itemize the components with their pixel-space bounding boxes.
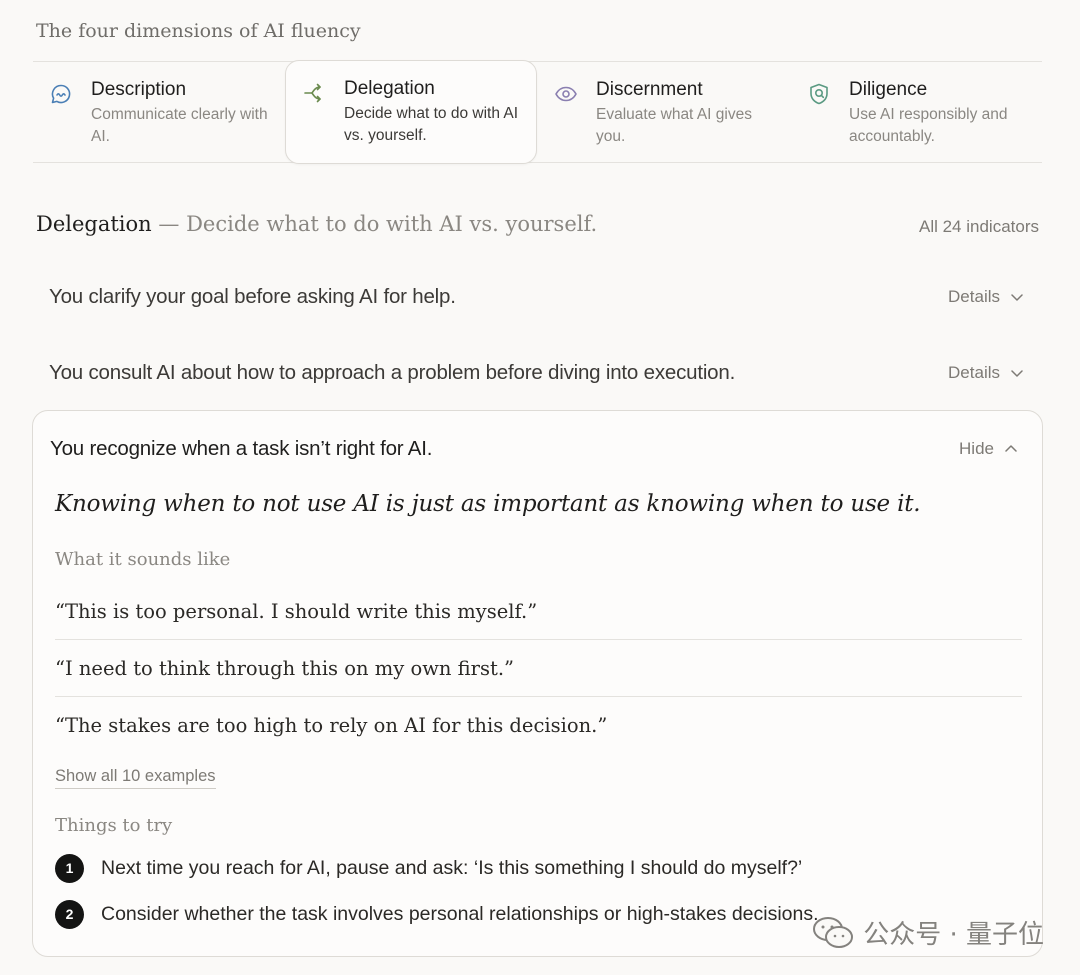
- try-text: Consider whether the task involves perso…: [101, 902, 819, 925]
- indicator-text: You clarify your goal before asking AI f…: [49, 285, 456, 308]
- tab-discernment[interactable]: Discernment Evaluate what AI gives you.: [538, 62, 790, 162]
- try-item: 1 Next time you reach for AI, pause and …: [55, 852, 1015, 884]
- step-number-badge: 2: [55, 899, 84, 929]
- chevron-down-icon: [1011, 370, 1023, 377]
- show-all-examples-link[interactable]: Show all 10 examples: [55, 767, 216, 789]
- all-indicators-link[interactable]: All 24 indicators: [919, 217, 1039, 237]
- hide-label: Hide: [959, 439, 994, 458]
- indicator-row[interactable]: You consult AI about how to approach a p…: [49, 353, 1024, 393]
- details-label: Details: [948, 363, 1000, 382]
- dimension-tabs: Description Communicate clearly with AI.…: [33, 60, 1043, 164]
- tab-description[interactable]: Description Communicate clearly with AI.: [33, 62, 285, 162]
- example-item: “I need to think through this on my own …: [55, 640, 1022, 697]
- tab-title: Delegation: [344, 78, 435, 99]
- watermark-text: 公众号 · 量子位: [863, 920, 1044, 950]
- step-number-badge: 1: [55, 853, 84, 883]
- hide-toggle[interactable]: Hide: [959, 439, 1018, 459]
- sounds-like-label: What it sounds like: [55, 549, 231, 570]
- section-subtitle: Decide what to do with AI vs. yourself.: [186, 212, 598, 236]
- tab-title: Discernment: [596, 79, 703, 100]
- indicator-lead-quote: Knowing when to not use AI is just as im…: [55, 491, 921, 517]
- eye-icon: [554, 82, 580, 108]
- tab-title: Diligence: [849, 79, 928, 100]
- indicator-text: You recognize when a task isn’t right fo…: [50, 437, 433, 460]
- tab-delegation[interactable]: Delegation Decide what to do with AI vs.…: [285, 60, 537, 164]
- tab-desc: Use AI responsibly and accountably.: [849, 106, 1008, 145]
- example-item: “The stakes are too high to rely on AI f…: [55, 714, 608, 737]
- page-header-title: The four dimensions of AI fluency: [36, 20, 361, 42]
- chevron-down-icon: [1011, 294, 1023, 301]
- section-separator: —: [158, 212, 180, 236]
- wechat-logo-icon: [813, 916, 854, 948]
- details-toggle[interactable]: Details: [948, 363, 1024, 383]
- examples-list: “This is too personal. I should write th…: [55, 583, 1022, 754]
- tab-diligence[interactable]: Diligence Use AI responsibly and account…: [791, 62, 1043, 162]
- tab-title: Description: [91, 79, 187, 100]
- branch-arrow-icon: [302, 81, 328, 107]
- section-name: Delegation: [36, 212, 152, 236]
- details-toggle[interactable]: Details: [948, 287, 1024, 307]
- details-label: Details: [948, 287, 1000, 306]
- section-heading: Delegation — Decide what to do with AI v…: [36, 212, 597, 236]
- tab-desc: Evaluate what AI gives you.: [596, 106, 752, 145]
- indicator-text: You consult AI about how to approach a p…: [49, 361, 736, 384]
- things-to-try-label: Things to try: [55, 815, 173, 836]
- expanded-indicator-row[interactable]: You recognize when a task isn’t right fo…: [50, 429, 1018, 469]
- chat-bubble-icon: [49, 82, 75, 108]
- expanded-indicator-card: You recognize when a task isn’t right fo…: [32, 410, 1043, 957]
- indicator-row[interactable]: You clarify your goal before asking AI f…: [49, 277, 1024, 317]
- watermark: 公众号 · 量子位: [811, 914, 1044, 951]
- shield-icon: [807, 82, 833, 108]
- chevron-up-icon: [1005, 445, 1017, 452]
- try-text: Next time you reach for AI, pause and as…: [101, 856, 803, 879]
- example-item: “This is too personal. I should write th…: [55, 583, 1022, 640]
- tab-desc: Decide what to do with AI vs. yourself.: [344, 105, 519, 144]
- tab-desc: Communicate clearly with AI.: [91, 106, 268, 145]
